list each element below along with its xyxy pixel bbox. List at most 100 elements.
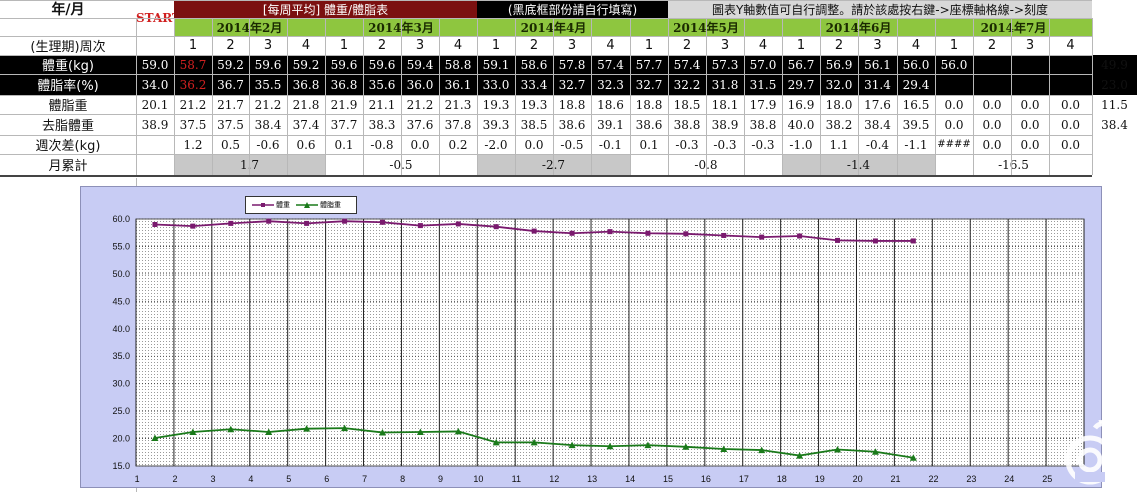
- data-cell[interactable]: 57.4: [668, 55, 706, 74]
- data-cell[interactable]: 18.5: [668, 95, 706, 114]
- week-number[interactable]: 2: [820, 36, 858, 55]
- week-number[interactable]: 2: [668, 36, 706, 55]
- week-number[interactable]: 1: [325, 36, 363, 55]
- data-cell[interactable]: 37.4: [287, 114, 325, 135]
- row-label-3[interactable]: 體脂重: [0, 95, 136, 114]
- data-cell[interactable]: 0.0: [973, 95, 1011, 114]
- data-cell[interactable]: [1049, 55, 1092, 74]
- data-cell[interactable]: -1.0: [782, 135, 820, 154]
- data-cell[interactable]: 0.2: [439, 135, 477, 154]
- data-cell[interactable]: 36.8: [287, 74, 325, 95]
- data-cell[interactable]: 17.9: [744, 95, 782, 114]
- week-number[interactable]: 1: [782, 36, 820, 55]
- data-cell[interactable]: -0.4: [858, 135, 897, 154]
- data-cell[interactable]: [973, 74, 1011, 95]
- data-cell[interactable]: [136, 135, 174, 154]
- week-number[interactable]: 3: [401, 36, 439, 55]
- data-cell[interactable]: 57.8: [553, 55, 591, 74]
- summary-cell[interactable]: 11.5: [1092, 95, 1137, 114]
- data-cell[interactable]: 0.0: [935, 95, 973, 114]
- data-cell[interactable]: -2.0: [477, 135, 515, 154]
- data-cell[interactable]: 56.9: [820, 55, 858, 74]
- data-cell[interactable]: 19.3: [477, 95, 515, 114]
- week-number[interactable]: 1: [174, 36, 212, 55]
- week-number[interactable]: 2: [973, 36, 1011, 55]
- data-cell[interactable]: 38.8: [744, 114, 782, 135]
- week-number[interactable]: 4: [897, 36, 935, 55]
- data-cell[interactable]: -0.3: [668, 135, 706, 154]
- data-cell[interactable]: 33.0: [477, 74, 515, 95]
- data-cell[interactable]: -0.6: [249, 135, 287, 154]
- data-cell[interactable]: 20.1: [136, 95, 174, 114]
- data-cell[interactable]: 0.0: [1011, 135, 1049, 154]
- data-cell[interactable]: 37.8: [439, 114, 477, 135]
- data-cell[interactable]: 36.1: [439, 74, 477, 95]
- data-cell[interactable]: 57.3: [706, 55, 744, 74]
- data-cell[interactable]: 21.1: [363, 95, 401, 114]
- data-cell[interactable]: 0.0: [1011, 95, 1049, 114]
- data-cell[interactable]: 37.6: [401, 114, 439, 135]
- data-cell[interactable]: 17.6: [858, 95, 897, 114]
- data-cell[interactable]: 1.2: [174, 135, 212, 154]
- week-number[interactable]: 2: [515, 36, 553, 55]
- data-cell[interactable]: 59.6: [325, 55, 363, 74]
- data-cell[interactable]: 59.2: [287, 55, 325, 74]
- data-cell[interactable]: [1011, 55, 1049, 74]
- week-number[interactable]: 3: [858, 36, 897, 55]
- summary-cell[interactable]: 23.0: [1092, 74, 1137, 95]
- data-cell[interactable]: 1.1: [820, 135, 858, 154]
- data-cell[interactable]: 21.2: [401, 95, 439, 114]
- data-cell[interactable]: 57.7: [630, 55, 668, 74]
- data-cell[interactable]: 59.6: [249, 55, 287, 74]
- data-cell[interactable]: 34.0: [136, 74, 174, 95]
- data-cell[interactable]: 39.3: [477, 114, 515, 135]
- data-cell[interactable]: 18.6: [591, 95, 630, 114]
- data-cell[interactable]: 38.9: [136, 114, 174, 135]
- data-cell[interactable]: ####: [935, 135, 973, 154]
- data-cell[interactable]: 21.3: [439, 95, 477, 114]
- data-cell[interactable]: 21.2: [174, 95, 212, 114]
- data-cell[interactable]: 37.5: [174, 114, 212, 135]
- data-cell[interactable]: 18.8: [630, 95, 668, 114]
- data-cell[interactable]: 0.0: [1049, 114, 1092, 135]
- data-cell[interactable]: 36.7: [212, 74, 249, 95]
- week-number[interactable]: 3: [553, 36, 591, 55]
- data-cell[interactable]: 32.3: [591, 74, 630, 95]
- data-cell[interactable]: 38.9: [706, 114, 744, 135]
- data-cell[interactable]: 38.6: [553, 114, 591, 135]
- data-cell[interactable]: 29.4: [897, 74, 935, 95]
- summary-cell[interactable]: 38.4: [1092, 114, 1137, 135]
- data-cell[interactable]: 40.0: [782, 114, 820, 135]
- chart-legend[interactable]: 體重 體脂重: [245, 196, 357, 214]
- data-cell[interactable]: 32.7: [553, 74, 591, 95]
- data-cell[interactable]: 18.0: [820, 95, 858, 114]
- week-number[interactable]: 4: [591, 36, 630, 55]
- data-cell[interactable]: 0.0: [973, 114, 1011, 135]
- data-cell[interactable]: 18.1: [706, 95, 744, 114]
- data-cell[interactable]: 57.0: [744, 55, 782, 74]
- data-cell[interactable]: 59.0: [136, 55, 174, 74]
- data-cell[interactable]: -0.8: [363, 135, 401, 154]
- data-cell[interactable]: 18.8: [553, 95, 591, 114]
- data-cell[interactable]: 36.0: [401, 74, 439, 95]
- week-number[interactable]: 3: [706, 36, 744, 55]
- data-cell[interactable]: 38.8: [668, 114, 706, 135]
- week-number[interactable]: 4: [1049, 36, 1092, 55]
- week-number[interactable]: 2: [363, 36, 401, 55]
- data-cell[interactable]: [935, 74, 973, 95]
- data-cell[interactable]: -0.1: [591, 135, 630, 154]
- data-cell[interactable]: 0.0: [401, 135, 439, 154]
- data-cell[interactable]: 38.5: [515, 114, 553, 135]
- data-cell[interactable]: 37.5: [212, 114, 249, 135]
- data-cell[interactable]: 19.3: [515, 95, 553, 114]
- data-cell[interactable]: 38.2: [820, 114, 858, 135]
- week-number[interactable]: 2: [212, 36, 249, 55]
- data-cell[interactable]: 29.7: [782, 74, 820, 95]
- data-cell[interactable]: 21.9: [325, 95, 363, 114]
- data-cell[interactable]: 39.1: [591, 114, 630, 135]
- data-cell[interactable]: [973, 55, 1011, 74]
- data-cell[interactable]: -0.3: [744, 135, 782, 154]
- week-number[interactable]: 1: [477, 36, 515, 55]
- week-number[interactable]: 1: [935, 36, 973, 55]
- banner-title[interactable]: [每周平均] 體重/體脂表: [174, 0, 477, 18]
